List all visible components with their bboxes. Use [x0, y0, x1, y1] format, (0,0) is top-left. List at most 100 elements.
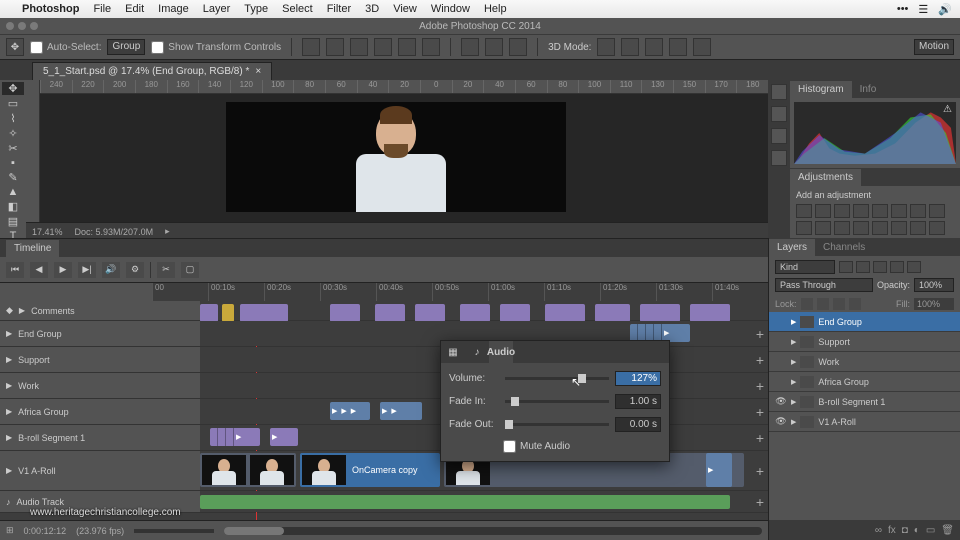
- lock-all-icon[interactable]: [849, 298, 861, 310]
- 3d-mode-icon[interactable]: [621, 38, 639, 56]
- fade-out-slider[interactable]: [505, 423, 609, 426]
- filter-shape-icon[interactable]: [890, 261, 904, 273]
- histogram-warning-icon[interactable]: ⚠: [943, 104, 952, 115]
- volume-icon[interactable]: 🔊: [938, 3, 952, 16]
- align-icon[interactable]: [302, 38, 320, 56]
- visibility-icon[interactable]: 👁: [775, 396, 787, 407]
- blend-mode-select[interactable]: Pass Through: [775, 278, 873, 292]
- layer-row[interactable]: ▶Africa Group: [769, 372, 960, 392]
- distribute-icon[interactable]: [509, 38, 527, 56]
- lock-pixels-icon[interactable]: [817, 298, 829, 310]
- doc-size[interactable]: Doc: 5.93M/207.0M: [75, 227, 154, 237]
- settings-button[interactable]: ⚙: [126, 262, 144, 278]
- add-media-button[interactable]: +: [756, 378, 764, 394]
- align-icon[interactable]: [374, 38, 392, 56]
- split-clip-button[interactable]: ✂: [157, 262, 175, 278]
- fade-in-input[interactable]: 1.00 s: [615, 394, 661, 409]
- color-balance-icon[interactable]: [910, 204, 926, 218]
- 3d-mode-icon[interactable]: [693, 38, 711, 56]
- menu-filter[interactable]: Filter: [327, 3, 351, 15]
- clip-audio-note-icon[interactable]: ♪: [465, 341, 489, 363]
- menu-layer[interactable]: Layer: [203, 3, 231, 15]
- 3d-mode-icon[interactable]: [645, 38, 663, 56]
- auto-select-target[interactable]: Group: [107, 39, 145, 55]
- document-tab[interactable]: 5_1_Start.psd @ 17.4% (End Group, RGB/8)…: [32, 62, 272, 80]
- canvas-area[interactable]: 2402202001801601401201008060402002040608…: [26, 80, 768, 240]
- video-clip[interactable]: ▶: [706, 453, 732, 487]
- menu-edit[interactable]: Edit: [125, 3, 144, 15]
- filter-type-icon[interactable]: [873, 261, 887, 273]
- volume-input[interactable]: 127%: [615, 371, 661, 386]
- step-back-button[interactable]: ◀: [30, 262, 48, 278]
- 3d-mode-icon[interactable]: [669, 38, 687, 56]
- fill-input[interactable]: 100%: [914, 298, 954, 310]
- align-icon[interactable]: [422, 38, 440, 56]
- layer-filter-kind[interactable]: Kind: [775, 260, 835, 274]
- fade-out-input[interactable]: 0.00 s: [615, 417, 661, 432]
- mute-audio-checkbox[interactable]: [503, 440, 516, 453]
- minimize-window-button[interactable]: [18, 22, 26, 30]
- tray-icon[interactable]: ☰: [918, 3, 928, 16]
- app-menu[interactable]: Photoshop: [22, 3, 79, 15]
- layer-row[interactable]: ▶Work: [769, 352, 960, 372]
- gradient-map-icon[interactable]: [910, 221, 926, 235]
- goto-start-button[interactable]: ⏮: [6, 262, 24, 278]
- fade-in-slider[interactable]: [505, 400, 609, 403]
- move-tool[interactable]: ✥: [2, 82, 24, 95]
- layer-row[interactable]: 👁▶V1 A-Roll: [769, 412, 960, 432]
- mute-button[interactable]: 🔊: [102, 262, 120, 278]
- auto-select-checkbox[interactable]: Auto-Select:: [30, 41, 101, 54]
- channel-mixer-icon[interactable]: [815, 221, 831, 235]
- add-media-button[interactable]: +: [756, 404, 764, 420]
- eraser-tool[interactable]: ◧: [2, 200, 24, 213]
- selective-color-icon[interactable]: [929, 221, 945, 235]
- gradient-tool[interactable]: ▤: [2, 215, 24, 228]
- layer-mask-icon[interactable]: ◘: [902, 525, 908, 536]
- zoom-level[interactable]: 17.41%: [32, 227, 63, 237]
- status-chevron-icon[interactable]: ▸: [165, 226, 170, 237]
- add-media-button[interactable]: +: [756, 494, 764, 510]
- posterize-icon[interactable]: [872, 221, 888, 235]
- layers-tab[interactable]: Layers: [769, 239, 815, 256]
- collapsed-panel-icon[interactable]: [771, 84, 787, 100]
- canvas-content[interactable]: [226, 102, 566, 212]
- timeline-scrollbar[interactable]: [224, 527, 762, 535]
- 3d-mode-icon[interactable]: [597, 38, 615, 56]
- collapsed-panel-icon[interactable]: [771, 106, 787, 122]
- align-icon[interactable]: [326, 38, 344, 56]
- align-icon[interactable]: [398, 38, 416, 56]
- menu-file[interactable]: File: [93, 3, 111, 15]
- step-forward-button[interactable]: ▶|: [78, 262, 96, 278]
- filter-smart-icon[interactable]: [907, 261, 921, 273]
- frame-counter-icon[interactable]: ⊞: [6, 525, 14, 536]
- lasso-tool[interactable]: ⌇: [2, 112, 24, 125]
- levels-icon[interactable]: [815, 204, 831, 218]
- add-media-button[interactable]: +: [756, 352, 764, 368]
- align-icon[interactable]: [350, 38, 368, 56]
- link-layers-icon[interactable]: ∞: [875, 525, 882, 536]
- menu-3d[interactable]: 3D: [365, 3, 379, 15]
- stamp-tool[interactable]: ▲: [2, 186, 24, 198]
- delete-layer-icon[interactable]: 🗑: [941, 525, 954, 536]
- zoom-window-button[interactable]: [30, 22, 38, 30]
- lookup-icon[interactable]: [834, 221, 850, 235]
- layer-row[interactable]: 👁▶B-roll Segment 1: [769, 392, 960, 412]
- brightness-icon[interactable]: [796, 204, 812, 218]
- timeline-ruler[interactable]: 0000:10s00:20s00:30s00:40s00:50s01:00s01…: [152, 283, 768, 301]
- opacity-input[interactable]: 100%: [914, 278, 954, 292]
- video-clip[interactable]: [200, 453, 296, 487]
- timeline-tab[interactable]: Timeline: [6, 240, 59, 257]
- comments-track[interactable]: [200, 301, 768, 320]
- layer-row[interactable]: ▶Support: [769, 332, 960, 352]
- marquee-tool[interactable]: ▭: [2, 97, 24, 110]
- timecode-display[interactable]: 0:00:12:12: [24, 526, 67, 536]
- invert-icon[interactable]: [853, 221, 869, 235]
- workspace-selector[interactable]: Motion: [914, 39, 954, 55]
- zoom-slider[interactable]: [134, 529, 214, 533]
- visibility-icon[interactable]: 👁: [775, 416, 787, 427]
- vibrance-icon[interactable]: [872, 204, 888, 218]
- transition-button[interactable]: ▢: [181, 262, 199, 278]
- threshold-icon[interactable]: [891, 221, 907, 235]
- clip-audio-tab[interactable]: Audio: [489, 341, 513, 363]
- eyedropper-tool[interactable]: ▪: [2, 157, 24, 169]
